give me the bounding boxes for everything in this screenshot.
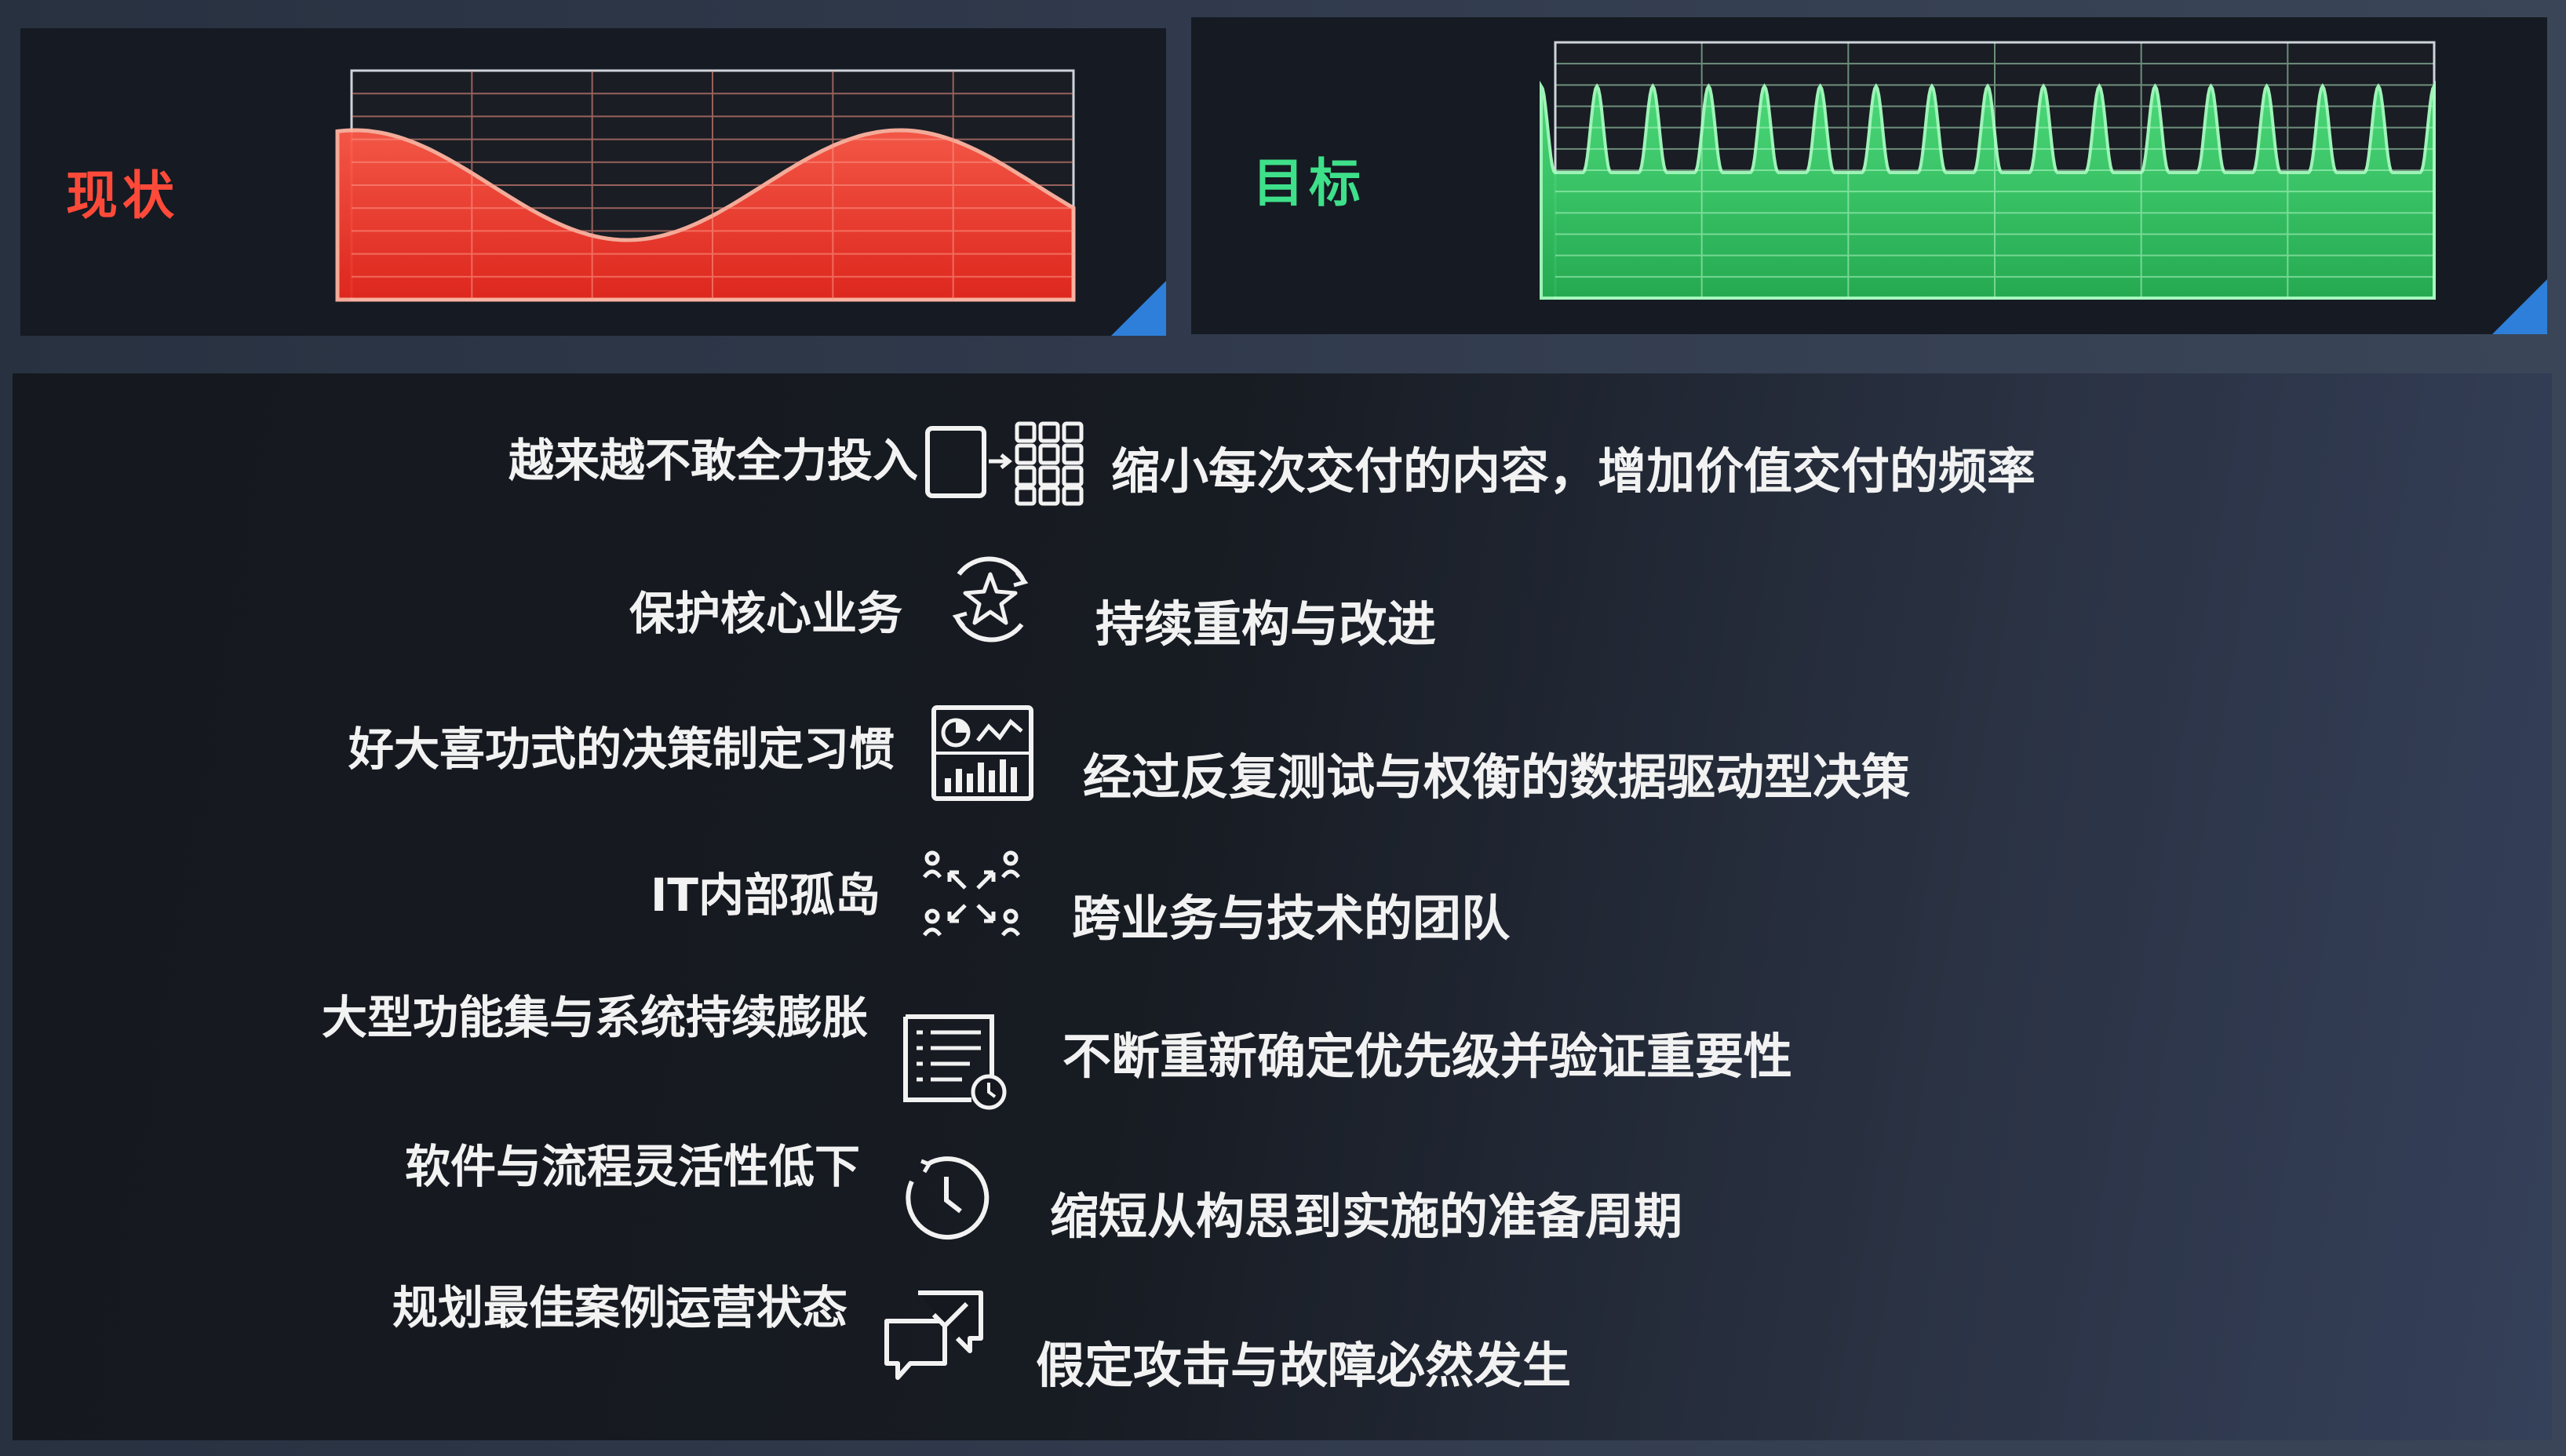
slide-background: 现状 目标 越来越不敢全力投入 缩小每次交付的内容，增加价值交付的频率 保护核心… bbox=[0, 0, 2566, 1456]
problem-text: 大型功能集与系统持续膨胀 bbox=[321, 991, 868, 1044]
solution-text: 持续重构与改进 bbox=[1095, 595, 1437, 653]
target-state-label: 目标 bbox=[1252, 153, 1365, 213]
problem-text: 好大喜功式的决策制定习惯 bbox=[348, 723, 895, 776]
solution-text: 经过反复测试与权衡的数据驱动型决策 bbox=[1083, 748, 1911, 806]
solution-text: 缩短从构思到实施的准备周期 bbox=[1050, 1188, 1683, 1245]
list-clock-icon bbox=[903, 1014, 1007, 1110]
list-item: 越来越不敢全力投入 bbox=[0, 424, 918, 518]
problem-text: 软件与流程灵活性低下 bbox=[404, 1140, 860, 1193]
problem-text: 越来越不敢全力投入 bbox=[508, 434, 918, 487]
list-item: 好大喜功式的决策制定习惯 bbox=[0, 712, 895, 806]
clock-icon bbox=[906, 1156, 990, 1240]
solution-text: 缩小每次交付的内容，增加价值交付的频率 bbox=[1111, 442, 2036, 500]
list-item: 软件与流程灵活性低下 bbox=[0, 1130, 860, 1224]
current-state-label: 现状 bbox=[66, 166, 179, 226]
chat-check-icon bbox=[884, 1290, 983, 1380]
solution-text: 假定攻击与故障必然发生 bbox=[1036, 1337, 1572, 1394]
list-item: 规划最佳案例运营状态 bbox=[0, 1271, 847, 1365]
target-state-chart bbox=[1540, 41, 2436, 300]
solution-text: 跨业务与技术的团队 bbox=[1072, 890, 1511, 947]
list-item: IT内部孤岛 bbox=[0, 858, 880, 952]
star-cycle-icon bbox=[952, 556, 1029, 642]
team-network-icon bbox=[922, 850, 1021, 937]
panel-corner-accent bbox=[2492, 279, 2547, 334]
grid-split-icon bbox=[925, 421, 1084, 506]
current-state-chart bbox=[335, 69, 1076, 302]
list-item: 保护核心业务 bbox=[0, 577, 902, 671]
solution-text: 不断重新确定优先级并验证重要性 bbox=[1062, 1028, 1793, 1085]
problem-text: IT内部孤岛 bbox=[650, 868, 880, 922]
dashboard-icon bbox=[931, 705, 1033, 801]
problem-text: 保护核心业务 bbox=[629, 587, 902, 640]
list-item: 大型功能集与系统持续膨胀 bbox=[0, 981, 868, 1075]
panel-corner-accent bbox=[1111, 281, 1166, 336]
problem-text: 规划最佳案例运营状态 bbox=[392, 1281, 847, 1334]
